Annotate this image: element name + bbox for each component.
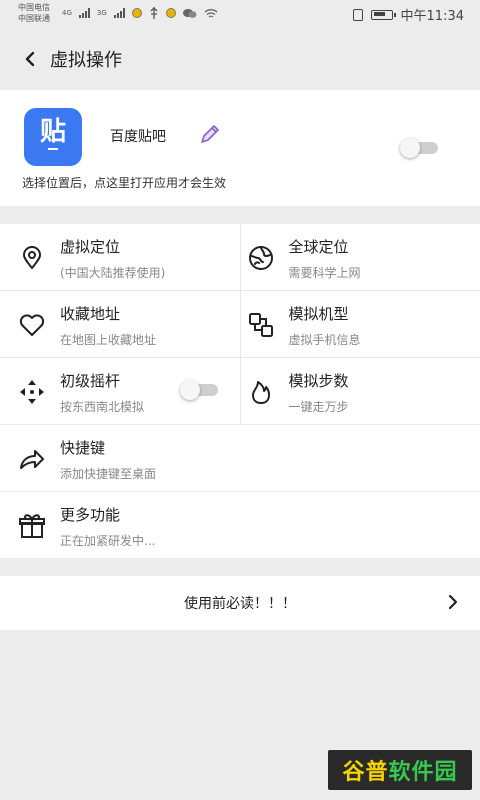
- feature-row: 虚拟定位 (中国大陆推荐使用) 全球定位 需要科学上网: [0, 224, 480, 291]
- carrier-1: 中国电信: [18, 3, 50, 12]
- pencil-icon: [201, 125, 219, 143]
- top-app-bar: 虚拟操作: [0, 36, 480, 82]
- app-enable-toggle[interactable]: [400, 138, 440, 158]
- feature-subtitle: 虚拟手机信息: [288, 333, 361, 347]
- feature-subtitle: (中国大陆推荐使用): [60, 266, 166, 280]
- usb-icon: [150, 7, 158, 19]
- flame-icon: [247, 378, 275, 406]
- watermark-part-1: 谷普: [342, 760, 389, 785]
- notice-text: 使用前必读！！！: [184, 596, 296, 612]
- feature-steps[interactable]: 模拟步数 一键走万步: [241, 358, 480, 424]
- feature-row: 收藏地址 在地图上收藏地址 模拟机型 虚拟手机信息: [0, 291, 480, 358]
- move-arrows-icon: [18, 378, 46, 406]
- feature-label: 全球定位: [288, 238, 349, 256]
- feature-grid: 虚拟定位 (中国大陆推荐使用) 全球定位 需要科学上网 收藏地址 在地图上收藏地…: [0, 224, 480, 559]
- app-name: 百度贴吧: [110, 129, 166, 145]
- watermark-logo: 谷普 软件园: [328, 750, 472, 790]
- wifi-icon: [204, 8, 218, 18]
- feature-label: 虚拟定位: [60, 238, 121, 256]
- feature-global-location[interactable]: 全球定位 需要科学上网: [241, 224, 480, 290]
- notification-eye-icon: [131, 8, 142, 18]
- gift-icon: [18, 512, 46, 540]
- read-before-use-row[interactable]: 使用前必读！！！: [0, 576, 480, 630]
- app-hint-text: 选择位置后，点这里打开应用才会生效: [22, 176, 227, 190]
- edit-app-button[interactable]: [198, 122, 222, 150]
- feature-favorites[interactable]: 收藏地址 在地图上收藏地址: [0, 291, 241, 357]
- feature-label: 模拟机型: [288, 305, 349, 323]
- app-icon[interactable]: 贴: [24, 108, 82, 166]
- app-icon-glyph: 贴: [39, 117, 66, 147]
- watermark-part-2: 软件园: [388, 760, 458, 785]
- share-arrow-icon: [18, 445, 46, 473]
- page-title: 虚拟操作: [50, 50, 122, 71]
- feature-subtitle: 需要科学上网: [288, 266, 361, 280]
- feature-joystick[interactable]: 初级摇杆 按东西南北模拟: [0, 358, 241, 424]
- device-model-icon: [247, 311, 275, 339]
- heart-icon: [18, 311, 46, 339]
- feature-subtitle: 添加快捷键至桌面: [60, 467, 157, 481]
- status-time: 中午11:34: [400, 9, 464, 24]
- chevron-right-icon: [448, 594, 458, 614]
- location-pin-icon: [18, 244, 46, 272]
- feature-label: 收藏地址: [60, 305, 121, 323]
- feature-subtitle: 正在加紧研发中...: [60, 534, 156, 548]
- toggle-knob: [400, 138, 420, 158]
- signal-icon-1: [78, 8, 90, 18]
- feature-label: 快捷键: [60, 439, 106, 457]
- feature-label: 更多功能: [60, 506, 121, 524]
- signal-icon-2: [113, 8, 125, 18]
- feature-row: 初级摇杆 按东西南北模拟 模拟步数 一键走万步: [0, 358, 480, 425]
- target-app-card: 贴 百度贴吧 选择位置后，点这里打开应用才会生效: [0, 90, 480, 206]
- joystick-toggle[interactable]: [180, 380, 220, 400]
- notification-eye-icon-2: [165, 8, 176, 18]
- feature-subtitle: 一键走万步: [288, 400, 349, 414]
- wechat-icon: [182, 8, 197, 18]
- chevron-left-icon: [25, 51, 35, 67]
- status-icons-right: 中午11:34: [352, 5, 464, 24]
- feature-label: 初级摇杆: [60, 372, 121, 390]
- feature-device-model[interactable]: 模拟机型 虚拟手机信息: [241, 291, 480, 357]
- toggle-knob: [180, 380, 200, 400]
- feature-label: 模拟步数: [288, 372, 349, 390]
- feature-virtual-location[interactable]: 虚拟定位 (中国大陆推荐使用): [0, 224, 241, 290]
- feature-shortcut[interactable]: 快捷键 添加快捷键至桌面: [0, 425, 480, 492]
- feature-subtitle: 按东西南北模拟: [60, 400, 145, 414]
- feature-more[interactable]: 更多功能 正在加紧研发中...: [0, 492, 480, 559]
- battery-icon: [370, 9, 396, 20]
- back-button[interactable]: [20, 49, 40, 69]
- globe-icon: [247, 244, 275, 272]
- network-type-1: 4G: [62, 9, 72, 17]
- carrier-2: 中国联通: [18, 14, 50, 23]
- feature-subtitle: 在地图上收藏地址: [60, 333, 157, 347]
- status-icons-left: 4G 3G: [62, 7, 218, 19]
- vibrate-icon: [352, 8, 363, 21]
- carrier-labels: 中国电信 中国联通: [18, 2, 50, 24]
- network-type-2: 3G: [96, 9, 107, 17]
- app-icon-badge: [48, 148, 58, 156]
- status-bar: 中国电信 中国联通 4G 3G 中午11:34: [0, 0, 480, 28]
